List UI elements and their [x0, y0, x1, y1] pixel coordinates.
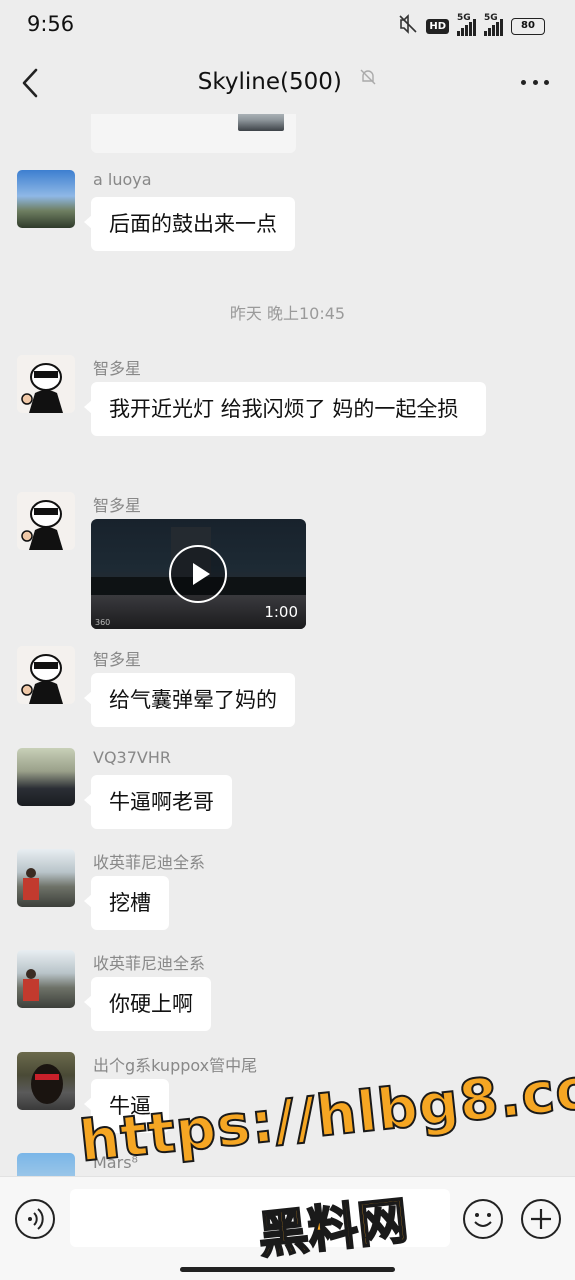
status-time: 9:56 — [27, 12, 75, 36]
signal-icon: 5G — [484, 13, 503, 36]
sender-name: 智多星 — [93, 496, 142, 515]
signal-label: 5G — [484, 12, 498, 23]
bell-off-icon — [359, 68, 377, 90]
more-dot — [532, 79, 538, 85]
home-indicator[interactable] — [180, 1267, 395, 1272]
partial-message-bubble[interactable] — [91, 114, 296, 153]
avatar[interactable] — [17, 355, 75, 413]
sender-name: 收英菲尼迪全系 — [93, 954, 206, 973]
message-bubble[interactable]: 挖槽 — [84, 876, 169, 930]
avatar[interactable] — [17, 849, 75, 907]
plus-button[interactable] — [521, 1199, 561, 1239]
car-thumbnail[interactable] — [238, 114, 284, 131]
message-bubble[interactable]: 给气囊弹晕了妈的 — [84, 673, 295, 727]
message-bubble[interactable]: 我开近光灯 给我闪烦了 妈的一起全损 — [84, 382, 486, 436]
sender-name: 智多星 — [93, 359, 142, 378]
avatar[interactable] — [17, 1052, 75, 1110]
avatar[interactable] — [17, 646, 75, 704]
avatar[interactable] — [17, 492, 75, 550]
emoji-button[interactable] — [463, 1199, 503, 1239]
avatar[interactable] — [17, 1153, 75, 1176]
sender-name: 收英菲尼迪全系 — [93, 853, 206, 872]
message-bubble[interactable]: 后面的鼓出来一点 — [84, 197, 295, 251]
avatar[interactable] — [17, 170, 75, 228]
more-button[interactable] — [521, 72, 549, 92]
hd-icon: HD — [426, 19, 449, 34]
signal-label: 5G — [457, 12, 471, 23]
voice-icon — [28, 1208, 44, 1230]
status-icons: HD 5G 5G 80 — [398, 13, 545, 39]
chat-title-wrap: Skyline(500) — [0, 68, 575, 95]
voice-button[interactable] — [15, 1199, 55, 1239]
chat-list[interactable]: a luoya 后面的鼓出来一点 昨天 晚上10:45 智多星 我开近光灯 给我… — [0, 114, 575, 1176]
play-icon[interactable] — [169, 545, 227, 603]
plus-icon — [531, 1209, 551, 1229]
mute-icon — [398, 14, 418, 39]
sender-name: a luoya — [93, 170, 152, 189]
message-bubble[interactable]: 牛逼啊老哥 — [84, 775, 232, 829]
timestamp: 昨天 晚上10:45 — [229, 304, 346, 323]
battery-icon: 80 — [511, 18, 545, 35]
video-message[interactable]: 1:00 360 — [91, 519, 306, 629]
chat-title: Skyline(500) — [197, 69, 342, 95]
avatar[interactable] — [17, 950, 75, 1008]
chat-header: Skyline(500) — [0, 52, 575, 114]
signal-icon: 5G — [457, 13, 476, 36]
status-bar: 9:56 HD 5G 5G 80 — [0, 0, 575, 52]
sender-name: VQ37VHR — [93, 748, 171, 767]
video-watermark: 360 — [95, 618, 111, 627]
sender-name: 智多星 — [93, 650, 142, 669]
more-dot — [544, 79, 549, 85]
emoji-icon — [474, 1213, 492, 1227]
video-duration: 1:00 — [264, 603, 298, 621]
message-bubble[interactable]: 你硬上啊 — [84, 977, 211, 1031]
sender-name: 出个g系kuppox管中尾 — [93, 1056, 258, 1075]
avatar[interactable] — [17, 748, 75, 806]
more-dot — [521, 79, 526, 85]
